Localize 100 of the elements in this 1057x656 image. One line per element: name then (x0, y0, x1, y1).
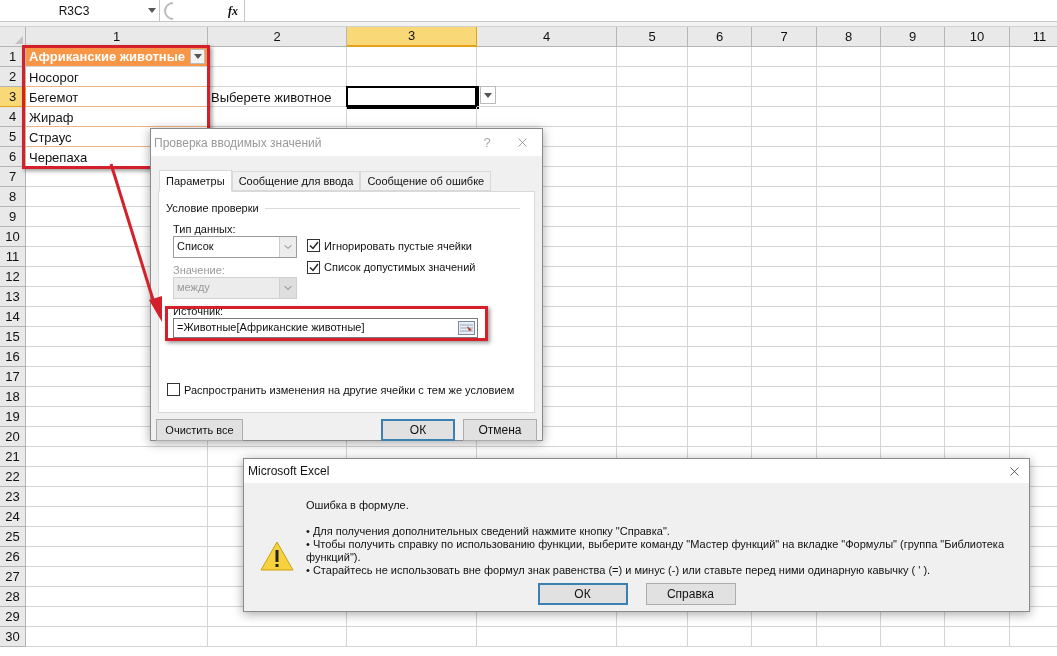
grid-cell (688, 407, 752, 427)
source-value: =Животные[Африканские животные] (176, 320, 366, 336)
grid-cell (688, 307, 752, 327)
row-header[interactable]: 23 (0, 487, 26, 507)
function-button[interactable]: fx (228, 1, 238, 20)
grid-cell (752, 247, 817, 267)
row-header[interactable]: 14 (0, 307, 26, 327)
grid-cell (752, 147, 817, 167)
row-header[interactable]: 7 (0, 167, 26, 187)
row-header[interactable]: 29 (0, 607, 26, 627)
grid-cell (752, 327, 817, 347)
row-header[interactable]: 11 (0, 247, 26, 267)
column-header[interactable]: 8 (817, 27, 881, 47)
row-header[interactable]: 12 (0, 267, 26, 287)
column-header[interactable]: 10 (945, 27, 1010, 47)
dialog-tab[interactable]: Сообщение для ввода (231, 171, 361, 191)
check-icon (308, 241, 319, 251)
table-cell-text: Черепаха (29, 149, 88, 167)
column-header[interactable]: 2 (208, 27, 347, 47)
grid-cell (617, 107, 688, 127)
row-header[interactable]: 22 (0, 467, 26, 487)
column-header[interactable]: 4 (477, 27, 617, 47)
grid-cell (817, 367, 881, 387)
grid-cell (881, 367, 945, 387)
row-header[interactable]: 30 (0, 627, 26, 647)
dropdown-arrow-icon (484, 92, 492, 98)
row-header[interactable]: 28 (0, 587, 26, 607)
grid-cell (688, 387, 752, 407)
range-picker-icon[interactable] (458, 320, 475, 335)
checkbox[interactable] (307, 260, 320, 274)
column-header[interactable]: 1 (26, 27, 208, 47)
warning-icon (260, 541, 294, 571)
row-header[interactable]: 26 (0, 547, 26, 567)
cell-dropdown-button[interactable] (480, 86, 496, 104)
dropdown-arrow-icon (148, 8, 156, 13)
active-cell[interactable] (346, 86, 479, 109)
row-header[interactable]: 10 (0, 227, 26, 247)
column-header[interactable]: 11 (1010, 27, 1057, 47)
name-box-text: R3C3 (57, 2, 91, 20)
grid-cell (881, 107, 945, 127)
row-header[interactable]: 15 (0, 327, 26, 347)
table-cell-text: Страус (29, 129, 72, 147)
grid-cell (881, 207, 945, 227)
grid-cell (881, 627, 945, 647)
corner-triangle-icon (15, 36, 23, 44)
grid-cell (617, 347, 688, 367)
row-header[interactable]: 19 (0, 407, 26, 427)
row-header[interactable]: 24 (0, 507, 26, 527)
source-field[interactable]: =Животные[Африканские животные] (173, 317, 478, 338)
grid-cell (752, 187, 817, 207)
grid-cell (817, 167, 881, 187)
grid-cell (688, 627, 752, 647)
grid-cell (752, 627, 817, 647)
dialog-button[interactable]: ОК (381, 419, 455, 441)
name-box[interactable]: R3C3 (0, 0, 160, 21)
grid-cell (881, 47, 945, 67)
grid-cell (617, 207, 688, 227)
table-cell-text: Бегемот (29, 89, 79, 107)
group-title: Условие проверки (166, 201, 259, 216)
grid-cell (817, 267, 881, 287)
grid-cell (945, 107, 1010, 127)
dialog-tab[interactable]: Параметры (159, 170, 232, 192)
grid-cell (817, 327, 881, 347)
column-header[interactable]: 3 (347, 27, 477, 47)
grid-cell (817, 47, 881, 67)
grid-cell (945, 127, 1010, 147)
error-message: • Для получения дополнительных сведений нажмите кнопку "Справка". (306, 525, 671, 538)
dialog-button[interactable]: Отмена (463, 419, 537, 441)
row-header[interactable]: 25 (0, 527, 26, 547)
grid-cell (617, 87, 688, 107)
row-header[interactable]: 8 (0, 187, 26, 207)
column-header[interactable]: 6 (688, 27, 752, 47)
grid-cell (617, 227, 688, 247)
dialog-tab[interactable]: Сообщение об ошибке (360, 171, 492, 191)
row-header[interactable]: 27 (0, 567, 26, 587)
filter-button[interactable] (190, 49, 205, 64)
checkbox[interactable] (167, 383, 180, 397)
checkbox-label: Список допустимых значений (324, 260, 476, 275)
grid-cell (817, 307, 881, 327)
column-header[interactable]: 7 (752, 27, 817, 47)
select-field[interactable]: Список (173, 235, 297, 258)
column-header[interactable]: 9 (881, 27, 945, 47)
dialog-button[interactable]: ОК (537, 583, 628, 605)
grid-cell (817, 187, 881, 207)
row-header[interactable]: 9 (0, 207, 26, 227)
row-header[interactable]: 16 (0, 347, 26, 367)
grid-cell (817, 147, 881, 167)
row-header[interactable]: 21 (0, 447, 26, 467)
dialog-button[interactable]: Справка (645, 583, 736, 605)
grid-cell (617, 247, 688, 267)
row-header[interactable]: 17 (0, 367, 26, 387)
row-header[interactable]: 20 (0, 427, 26, 447)
row-header[interactable]: 18 (0, 387, 26, 407)
grid-cell (945, 347, 1010, 367)
column-header[interactable]: 5 (617, 27, 688, 47)
row-header[interactable]: 13 (0, 287, 26, 307)
dropdown-arrow-icon (193, 54, 202, 59)
checkbox[interactable] (307, 239, 320, 253)
clear-button[interactable]: Очистить все (156, 419, 243, 441)
grid-cell (881, 287, 945, 307)
